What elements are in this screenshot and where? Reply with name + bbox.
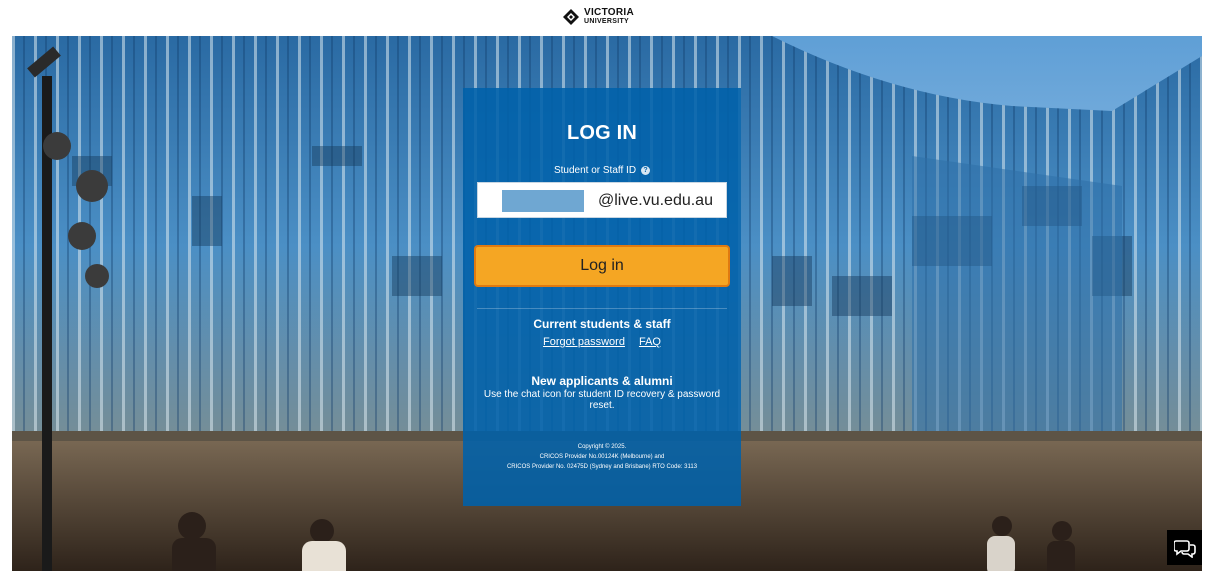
current-students-links: Forgot password FAQ	[463, 336, 741, 348]
chat-bubbles-icon	[1173, 539, 1196, 558]
login-panel: LOG IN Student or Staff ID ? @live.vu.ed…	[463, 88, 741, 506]
student-id-input[interactable]: @live.vu.edu.au	[477, 182, 727, 218]
copyright-text: Copyright © 2025.	[577, 444, 627, 450]
cricos-line-1: CRICOS Provider No.00124K (Melbourne) an…	[539, 454, 665, 460]
id-field-label-text: Student or Staff ID	[553, 165, 637, 176]
logo-wordmark: VICTORIA UNIVERSITY	[584, 8, 634, 26]
logo-line1: VICTORIA	[584, 7, 634, 18]
faq-link[interactable]: FAQ	[639, 336, 661, 348]
id-field-label: Student or Staff ID ?	[463, 165, 741, 176]
cricos-line-2: CRICOS Provider No. 02475D (Sydney and B…	[506, 464, 698, 470]
redacted-id-value	[502, 190, 584, 212]
current-students-heading: Current students & staff	[533, 317, 671, 331]
panel-divider	[477, 308, 727, 309]
university-logo[interactable]: VICTORIA UNIVERSITY	[563, 8, 634, 26]
applicants-heading: New applicants & alumni	[531, 374, 673, 388]
question-icon[interactable]: ?	[641, 166, 651, 175]
login-title: LOG IN	[566, 122, 638, 144]
login-button[interactable]: Log in	[474, 245, 730, 287]
chat-button[interactable]	[1167, 530, 1202, 565]
panel-footer: Copyright © 2025. CRICOS Provider No.001…	[463, 442, 741, 472]
applicants-info: Use the chat icon for student ID recover…	[483, 389, 721, 411]
id-domain-suffix: @live.vu.edu.au	[598, 192, 713, 209]
logo-line2: UNIVERSITY	[584, 18, 630, 25]
forgot-password-link[interactable]: Forgot password	[543, 336, 625, 348]
top-header: VICTORIA UNIVERSITY	[0, 0, 1209, 36]
diamond-logo-icon	[563, 9, 579, 25]
